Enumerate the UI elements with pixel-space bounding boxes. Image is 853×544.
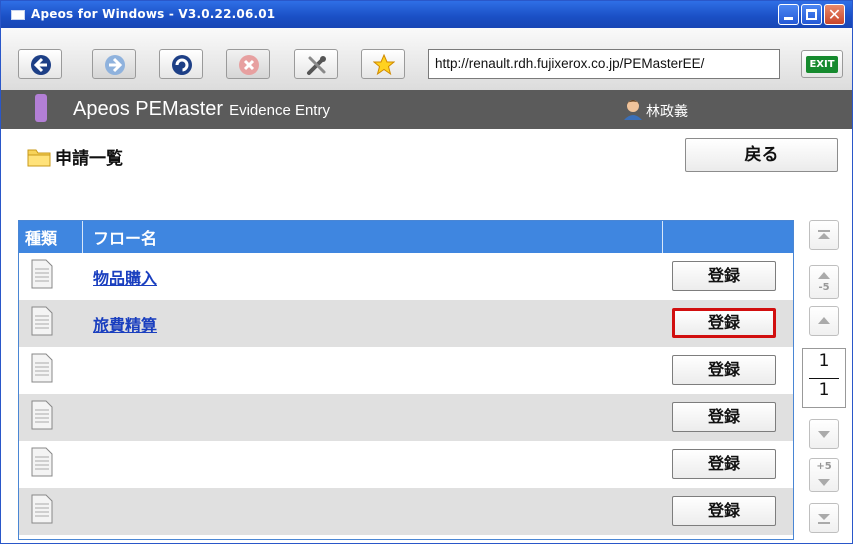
app-header: Apeos PEMaster Evidence Entry 林政義 <box>1 90 852 129</box>
url-field[interactable]: http://renault.rdh.fujixerox.co.jp/PEMas… <box>428 49 780 79</box>
forward-nav-button[interactable] <box>92 49 136 79</box>
brand-sub: Evidence Entry <box>229 102 330 119</box>
column-header-type: 種類 <box>25 229 58 248</box>
document-icon <box>31 259 53 289</box>
first-page-button[interactable] <box>809 220 839 250</box>
back-button[interactable]: 戻る <box>685 138 838 172</box>
app-window: Apeos for Windows - V3.0.22.06.01 ✕ http… <box>0 0 853 544</box>
chevron-down-icon <box>818 479 830 486</box>
title-bar: Apeos for Windows - V3.0.22.06.01 ✕ <box>1 1 852 28</box>
window-title: Apeos for Windows - V3.0.22.06.01 <box>31 7 276 21</box>
next-page-button[interactable] <box>809 419 839 449</box>
flow-link[interactable]: 旅費精算 <box>93 312 157 336</box>
refresh-button[interactable] <box>159 49 203 79</box>
total-pages: 1 <box>818 380 830 400</box>
next-5-button[interactable]: +5 <box>809 458 839 492</box>
prev-5-button[interactable]: -5 <box>809 265 839 299</box>
close-icon: ✕ <box>827 5 842 24</box>
header-accent <box>35 94 47 122</box>
document-icon <box>31 353 53 383</box>
stop-icon <box>239 55 259 75</box>
register-button[interactable]: 登録 <box>672 449 776 479</box>
first-page-icon <box>818 230 830 239</box>
minimize-icon <box>784 17 793 20</box>
close-button[interactable]: ✕ <box>824 4 845 25</box>
tools-icon <box>307 56 326 75</box>
star-icon <box>373 54 395 76</box>
back-nav-button[interactable] <box>18 49 62 79</box>
column-header-flow-name: フロー名 <box>93 229 158 248</box>
table-row: 旅費精算 登録 <box>19 300 793 347</box>
browser-toolbar: http://renault.rdh.fujixerox.co.jp/PEMas… <box>1 28 852 90</box>
register-button[interactable]: 登録 <box>672 355 776 385</box>
brand: Apeos PEMaster Evidence Entry <box>73 98 330 121</box>
page-divider <box>809 378 839 379</box>
minimize-button[interactable] <box>778 4 799 25</box>
tools-button[interactable] <box>294 49 338 79</box>
stop-button[interactable] <box>226 49 270 79</box>
refresh-icon <box>172 55 192 75</box>
exit-label: EXIT <box>806 56 838 73</box>
folder-icon <box>27 149 51 167</box>
flow-table: 種類 フロー名 物品購入 登録 旅費精算 登録 登録 登録 登録 登録 <box>18 220 794 540</box>
chevron-up-icon <box>818 272 830 279</box>
prev-page-button[interactable] <box>809 306 839 336</box>
document-icon <box>31 447 53 477</box>
prev-5-label: -5 <box>818 282 830 293</box>
table-row: 登録 <box>19 347 793 394</box>
flow-link[interactable]: 物品購入 <box>93 265 157 289</box>
register-button[interactable]: 登録 <box>672 496 776 526</box>
favorites-button[interactable] <box>361 49 405 79</box>
arrow-right-icon <box>105 55 125 75</box>
register-button[interactable]: 登録 <box>672 261 776 291</box>
maximize-button[interactable] <box>801 4 822 25</box>
register-button[interactable]: 登録 <box>672 308 776 338</box>
chevron-up-icon <box>818 317 830 324</box>
table-row: 登録 <box>19 441 793 488</box>
brand-name: Apeos PEMaster <box>73 98 224 120</box>
user-name: 林政義 <box>646 104 688 120</box>
document-icon <box>31 400 53 430</box>
exit-button[interactable]: EXIT <box>801 50 843 78</box>
column-divider <box>662 221 663 253</box>
table-header: 種類 フロー名 <box>19 221 793 253</box>
last-page-button[interactable] <box>809 503 839 533</box>
page-title: 申請一覧 <box>55 149 123 169</box>
column-divider <box>82 221 83 253</box>
document-icon <box>31 494 53 524</box>
table-row: 登録 <box>19 394 793 441</box>
maximize-icon <box>806 9 817 20</box>
table-row: 物品購入 登録 <box>19 253 793 300</box>
page-indicator: 1 1 <box>802 348 846 408</box>
user-icon <box>624 100 642 120</box>
last-page-icon <box>818 514 830 524</box>
current-page: 1 <box>818 351 830 371</box>
document-icon <box>31 306 53 336</box>
table-row: 登録 <box>19 488 793 535</box>
chevron-down-icon <box>818 431 830 438</box>
register-button[interactable]: 登録 <box>672 402 776 432</box>
arrow-left-icon <box>31 55 51 75</box>
app-icon <box>11 10 25 20</box>
